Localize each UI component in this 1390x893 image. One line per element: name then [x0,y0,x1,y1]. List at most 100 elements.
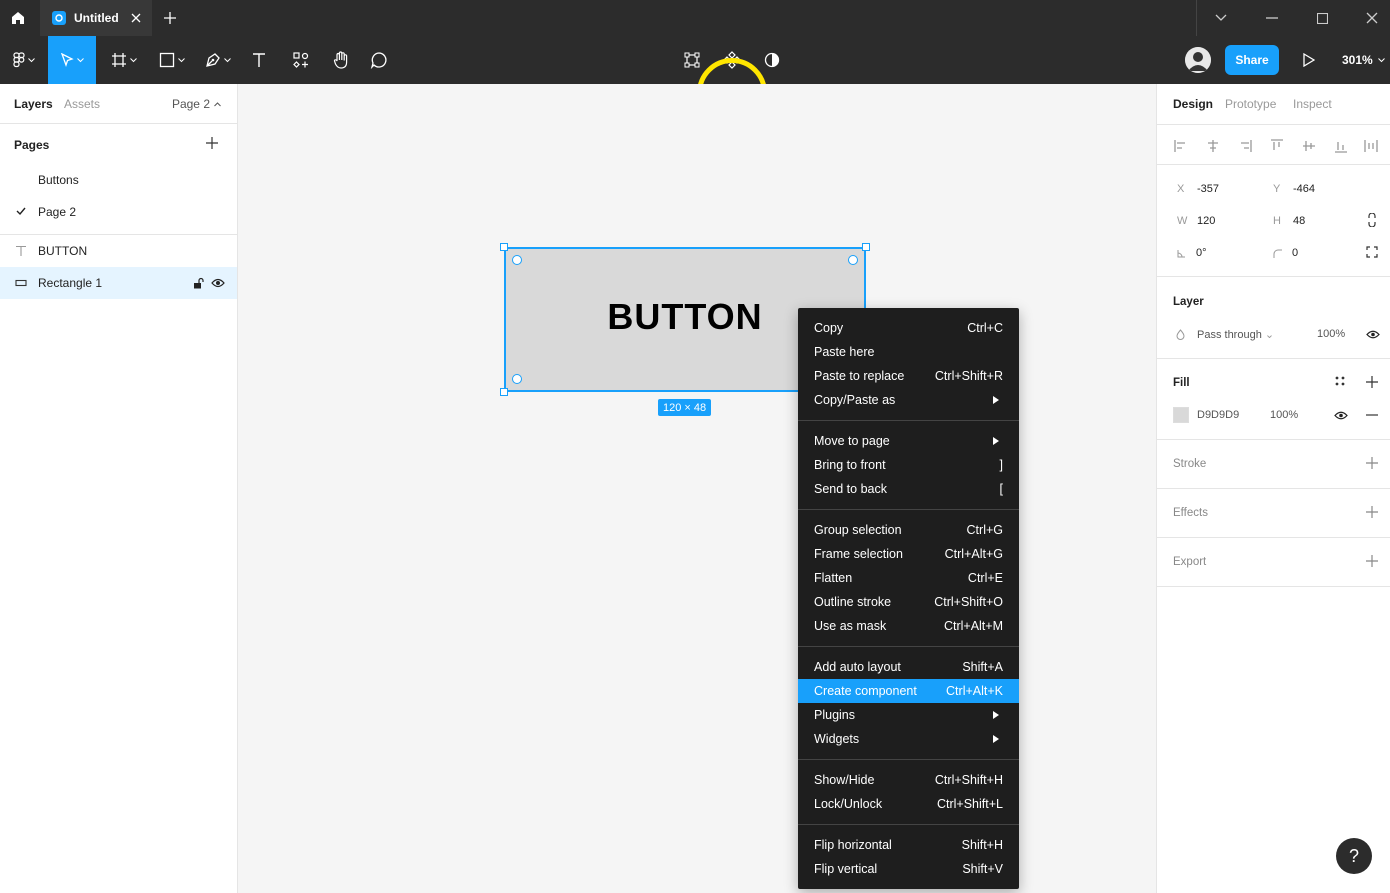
independent-corners-icon[interactable] [1366,246,1378,258]
menu-item-create-component[interactable]: Create component Ctrl+Alt+K [798,679,1019,703]
close-tab-icon[interactable] [126,8,146,28]
layer-item-button-text[interactable]: BUTTON [0,235,237,267]
add-fill-icon[interactable] [1366,376,1378,388]
tab-design[interactable]: Design [1173,97,1213,111]
menu-item-shortcut: Ctrl+G [966,523,1003,537]
align-bottom-icon[interactable] [1333,138,1349,154]
menu-item-add-auto-layout[interactable]: Add auto layout Shift+A [798,655,1019,679]
menu-item-flatten[interactable]: Flatten Ctrl+E [798,566,1019,590]
menu-item-label: Widgets [814,732,860,746]
tab-prototype[interactable]: Prototype [1225,97,1276,111]
hand-tool[interactable] [326,36,356,84]
present-button[interactable] [1296,36,1322,84]
comment-tool[interactable] [364,36,394,84]
frame-tool[interactable] [104,36,144,84]
avatar[interactable] [1185,47,1211,73]
corner-radius-handle[interactable] [512,255,522,265]
menu-item-lock-unlock[interactable]: Lock/Unlock Ctrl+Shift+L [798,792,1019,816]
eye-icon[interactable] [1334,410,1348,421]
move-icon [60,53,74,67]
menu-item-paste-here[interactable]: Paste here [798,340,1019,364]
pen-tool[interactable] [198,36,238,84]
menu-item-flip-horizontal[interactable]: Flip horizontal Shift+H [798,833,1019,857]
align-horizontal-center-icon[interactable] [1205,138,1221,154]
edit-object-button[interactable] [678,36,706,84]
fill-hex-field[interactable]: D9D9D9 [1197,409,1239,421]
new-tab-icon[interactable] [160,8,180,28]
mask-button[interactable] [758,36,786,84]
rotation-value: 0° [1196,247,1207,259]
menu-item-show-hide[interactable]: Show/Hide Ctrl+Shift+H [798,768,1019,792]
home-icon[interactable] [0,0,36,36]
constrain-proportions-icon[interactable] [1367,213,1377,227]
distribute-icon[interactable] [1363,138,1379,154]
help-button[interactable]: ? [1336,838,1372,874]
create-component-button[interactable] [718,36,746,84]
unlock-icon[interactable] [193,277,204,289]
zoom-dropdown[interactable]: 301% [1342,36,1385,84]
x-field[interactable]: X -357 [1177,183,1219,195]
shape-tool[interactable] [152,36,192,84]
add-export-icon[interactable] [1366,555,1378,567]
page-item-buttons[interactable]: Buttons [0,164,237,196]
minimize-icon[interactable] [1262,8,1282,28]
add-page-icon[interactable] [205,136,219,150]
corner-radius-field[interactable]: 0 [1273,247,1298,259]
align-top-icon[interactable] [1269,138,1285,154]
menu-item-outline-stroke[interactable]: Outline stroke Ctrl+Shift+O [798,590,1019,614]
figma-menu-icon[interactable] [4,36,44,84]
add-stroke-icon[interactable] [1366,457,1378,469]
menu-item-paste-to-replace[interactable]: Paste to replace Ctrl+Shift+R [798,364,1019,388]
menu-item-use-as-mask[interactable]: Use as mask Ctrl+Alt+M [798,614,1019,638]
eye-icon[interactable] [211,277,225,289]
menu-item-widgets[interactable]: Widgets [798,727,1019,751]
menu-item-copy[interactable]: Copy Ctrl+C [798,316,1019,340]
resize-handle[interactable] [862,243,870,251]
height-field[interactable]: H 48 [1273,215,1305,227]
corner-radius-handle[interactable] [848,255,858,265]
x-value: -357 [1197,183,1220,195]
h-label: H [1273,215,1281,227]
menu-item-frame-selection[interactable]: Frame selection Ctrl+Alt+G [798,542,1019,566]
resize-handle[interactable] [500,243,508,251]
share-button[interactable]: Share [1225,45,1279,75]
layer-item-rectangle-1[interactable]: Rectangle 1 [0,267,237,299]
rotation-field[interactable]: 0° [1177,247,1207,259]
menu-item-move-to-page[interactable]: Move to page [798,429,1019,453]
page-selector[interactable]: Page 2 [172,97,221,111]
maximize-icon[interactable] [1312,8,1332,28]
resources-tool[interactable] [286,36,316,84]
tab-inspect[interactable]: Inspect [1293,97,1332,111]
tab-layers[interactable]: Layers [14,97,53,111]
add-effect-icon[interactable] [1366,506,1378,518]
style-grid-icon[interactable] [1335,376,1345,386]
chevron-down-icon[interactable] [1211,8,1231,28]
eye-icon[interactable] [1366,329,1380,340]
menu-item-plugins[interactable]: Plugins [798,703,1019,727]
fill-opacity-field[interactable]: 100% [1270,409,1298,421]
menu-item-flip-vertical[interactable]: Flip vertical Shift+V [798,857,1019,881]
menu-item-group-selection[interactable]: Group selection Ctrl+G [798,518,1019,542]
file-tab[interactable]: Untitled [40,0,152,36]
layer-opacity-field[interactable]: 100% [1317,328,1345,340]
tab-assets[interactable]: Assets [64,97,100,111]
menu-item-copy-paste-as[interactable]: Copy/Paste as [798,388,1019,412]
move-tool[interactable] [48,36,96,84]
menu-item-send-to-back[interactable]: Send to back [ [798,477,1019,501]
blend-mode-dropdown[interactable]: Pass through ⌄ [1197,328,1274,341]
fill-swatch[interactable] [1173,407,1189,423]
align-left-icon[interactable] [1173,138,1189,154]
submenu-arrow-icon [993,437,999,445]
text-tool[interactable] [244,36,274,84]
corner-radius-handle[interactable] [512,374,522,384]
menu-item-bring-to-front[interactable]: Bring to front] [798,453,1019,477]
width-field[interactable]: W 120 [1177,215,1215,227]
align-right-icon[interactable] [1237,138,1253,154]
resize-handle[interactable] [500,388,508,396]
divider [1157,586,1390,587]
page-item-page-2[interactable]: Page 2 [0,196,237,228]
remove-fill-icon[interactable] [1366,414,1378,416]
align-vertical-center-icon[interactable] [1301,138,1317,154]
y-field[interactable]: Y -464 [1273,183,1315,195]
close-window-icon[interactable] [1362,8,1382,28]
